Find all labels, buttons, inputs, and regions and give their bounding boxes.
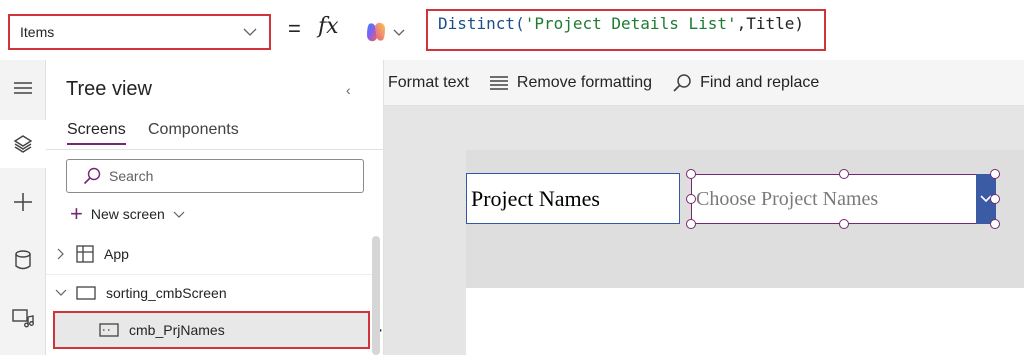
find-replace-label: Find and replace (700, 73, 820, 91)
tree-view-panel: Tree view ‹ Screens Components Search + … (46, 60, 397, 355)
tree-view-title: Tree view (66, 78, 152, 100)
remove-formatting-button[interactable]: Remove formatting (489, 74, 652, 92)
tree-item-label: sorting_cmbScreen (106, 285, 227, 301)
tree-view-button[interactable] (0, 120, 46, 168)
property-dropdown-value: Items (20, 24, 55, 40)
search-icon (673, 73, 691, 92)
database-icon (15, 250, 31, 270)
resize-handle[interactable] (990, 219, 1000, 229)
tree-search-placeholder: Search (109, 168, 154, 184)
chevron-right-icon[interactable] (54, 248, 68, 260)
tree-item-app[interactable]: App (46, 236, 372, 272)
layers-icon (13, 135, 33, 153)
tabs-divider (46, 149, 384, 150)
tab-components[interactable]: Components (148, 121, 239, 139)
media-button[interactable] (0, 294, 46, 342)
resize-handle[interactable] (990, 169, 1000, 179)
screen-icon (76, 285, 96, 301)
media-icon (12, 309, 34, 328)
remove-formatting-icon (489, 75, 508, 90)
chevron-down-icon (243, 28, 257, 36)
format-text-label: Format text (388, 73, 469, 91)
project-names-label[interactable]: Project Names (466, 173, 680, 224)
hamburger-menu-button[interactable] (0, 64, 46, 112)
project-names-combobox[interactable]: Choose Project Names (691, 174, 995, 224)
find-replace-button[interactable]: Find and replace (672, 73, 819, 93)
resize-handle[interactable] (686, 194, 696, 204)
property-dropdown[interactable]: Items (8, 14, 271, 50)
copilot-button[interactable] (364, 18, 412, 46)
resize-handle[interactable] (686, 169, 696, 179)
tree-item-label: App (104, 246, 129, 262)
resize-handle[interactable] (839, 219, 849, 229)
tab-screens[interactable]: Screens (67, 121, 126, 145)
insert-button[interactable] (0, 178, 46, 226)
formula-rest: ,Title) (736, 14, 805, 33)
fx-icon[interactable]: fx (318, 14, 339, 39)
formula-function: Distinct( (438, 14, 525, 33)
copilot-icon (367, 22, 385, 42)
remove-formatting-label: Remove formatting (516, 73, 653, 91)
resize-handle[interactable] (990, 194, 1000, 204)
new-screen-button[interactable]: + New screen (70, 201, 185, 226)
tree-item-combobox[interactable]: cmb_PrjNames (53, 311, 370, 349)
hamburger-icon (14, 82, 32, 94)
equals-sign: = (288, 16, 301, 41)
data-button[interactable] (0, 236, 46, 284)
formula-input[interactable]: Distinct('Project Details List',Title) (426, 9, 826, 51)
chevron-down-icon (393, 29, 405, 36)
search-icon (83, 167, 101, 185)
chevron-down-icon (173, 211, 185, 218)
resize-handle[interactable] (686, 219, 696, 229)
formula-argument: 'Project Details List' (524, 14, 737, 33)
combobox-placeholder: Choose Project Names (696, 187, 879, 210)
plus-icon: + (70, 201, 83, 226)
resize-handle[interactable] (839, 169, 849, 179)
left-rail (0, 60, 46, 355)
combobox-icon (99, 323, 119, 337)
plus-icon (14, 193, 32, 211)
collapse-panel-icon[interactable]: ‹ (346, 82, 351, 98)
chevron-down-icon[interactable] (54, 289, 68, 297)
tree-item-screen[interactable]: sorting_cmbScreen (46, 274, 372, 311)
tree-scrollbar[interactable] (372, 236, 380, 355)
tree-search-input[interactable]: Search (66, 159, 364, 193)
tree-item-label: cmb_PrjNames (129, 322, 225, 338)
app-icon (76, 245, 94, 263)
new-screen-label: New screen (90, 206, 165, 222)
formula-toolbar: Format text Remove formatting Find and r… (350, 60, 1024, 106)
